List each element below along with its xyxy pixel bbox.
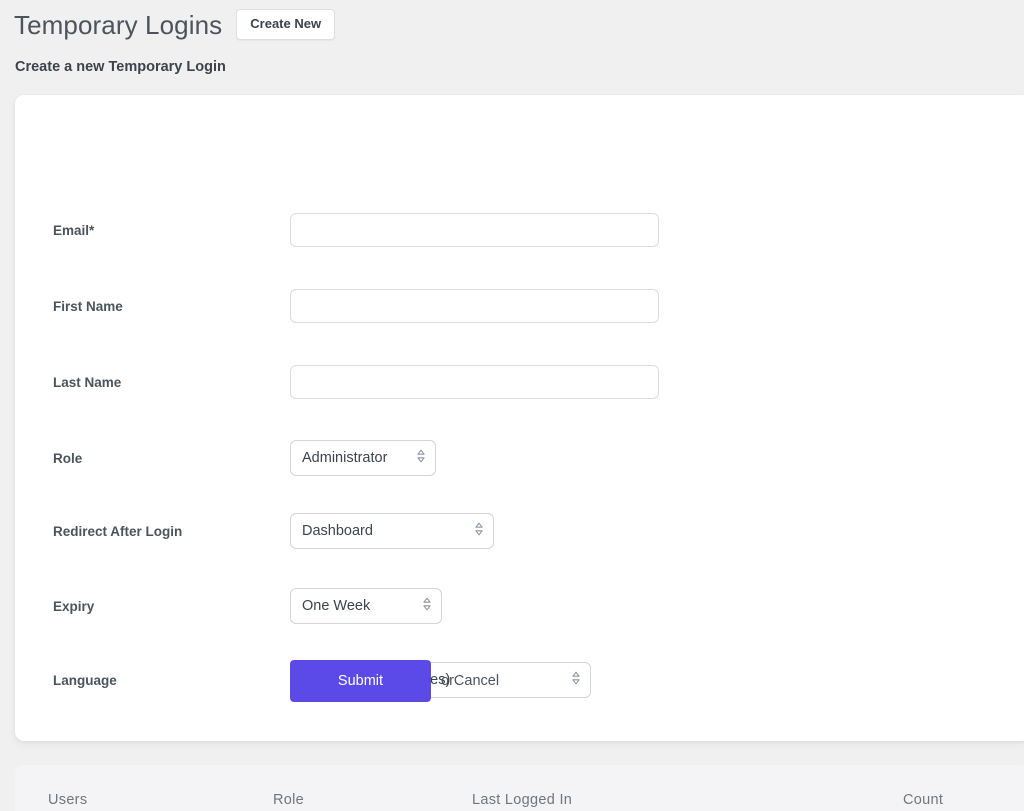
stepper-updown-icon <box>474 521 484 542</box>
role-select-value: Administrator <box>302 450 388 466</box>
role-label: Role <box>53 451 83 466</box>
page-title: Temporary Logins <box>14 9 223 40</box>
last-name-label: Last Name <box>53 375 122 390</box>
or-label: or <box>441 673 454 689</box>
cancel-link[interactable]: Cancel <box>454 673 499 689</box>
table-header-row: Users Role Last Logged In Count <box>15 765 1024 811</box>
create-temporary-login-form-card: Email* First Name Last Name Role Adminis… <box>15 95 1024 741</box>
language-label: Language <box>53 673 117 688</box>
email-label: Email* <box>53 223 95 238</box>
redirect-after-login-select-value: Dashboard <box>302 523 373 539</box>
create-new-button[interactable]: Create New <box>236 9 336 40</box>
page-header: Temporary Logins Create New <box>0 0 1024 40</box>
expiry-select[interactable]: One Week <box>290 588 442 624</box>
first-name-label: First Name <box>53 299 123 314</box>
temporary-logins-table-panel: Users Role Last Logged In Count <box>15 765 1024 811</box>
redirect-after-login-label: Redirect After Login <box>53 524 183 539</box>
table-column-role[interactable]: Role <box>273 791 304 809</box>
submit-button[interactable]: Submit <box>290 660 431 702</box>
role-select[interactable]: Administrator <box>290 440 436 476</box>
table-column-users[interactable]: Users <box>48 791 87 809</box>
last-name-input[interactable] <box>290 365 659 399</box>
section-subtitle: Create a new Temporary Login <box>15 59 226 75</box>
table-column-last-logged-in[interactable]: Last Logged In <box>472 791 572 809</box>
expiry-label: Expiry <box>53 599 95 614</box>
stepper-updown-icon <box>422 596 432 617</box>
form-actions: Submit or Cancel <box>290 660 499 702</box>
email-input[interactable] <box>290 213 659 247</box>
expiry-select-value: One Week <box>302 598 371 614</box>
stepper-updown-icon <box>416 448 426 469</box>
stepper-updown-icon <box>571 670 581 691</box>
redirect-after-login-select[interactable]: Dashboard <box>290 513 494 549</box>
table-column-count[interactable]: Count <box>903 791 943 809</box>
first-name-input[interactable] <box>290 289 659 323</box>
